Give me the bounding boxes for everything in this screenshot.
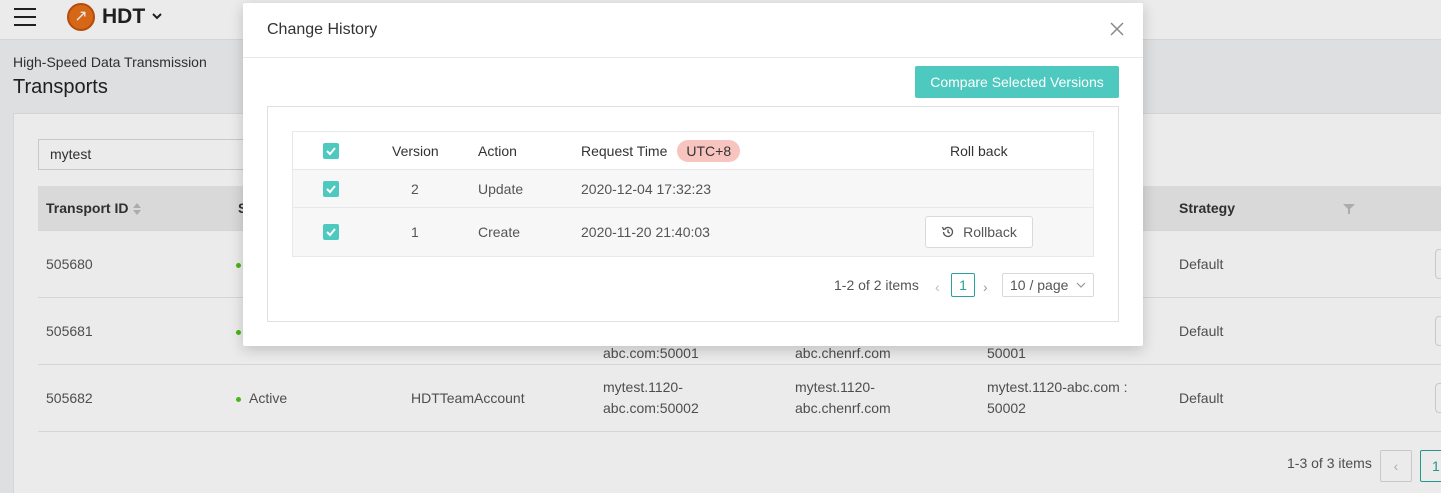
table-row[interactable]: 1 Create 2020-11-20 21:40:03 Rollback xyxy=(293,208,1093,256)
column-action: Action xyxy=(478,142,517,159)
select-all-checkbox[interactable] xyxy=(323,132,339,169)
action-cell: Update xyxy=(478,180,524,197)
history-table: Version Action Request Time UTC+8 Roll b… xyxy=(292,131,1094,257)
history-icon xyxy=(942,226,954,238)
chevron-down-icon xyxy=(1076,282,1086,288)
request-time-label: Request Time xyxy=(581,142,668,159)
page-size-value: 10 / page xyxy=(1010,277,1069,293)
page-size-select[interactable]: 10 / page xyxy=(1002,273,1094,297)
modal-header: Change History xyxy=(243,3,1143,58)
rollback-button[interactable]: Rollback xyxy=(925,216,1033,248)
close-icon[interactable] xyxy=(1109,21,1125,37)
row-checkbox[interactable] xyxy=(323,170,339,207)
column-request-time: Request Time UTC+8 xyxy=(581,132,741,169)
version-cell: 1 xyxy=(411,224,419,240)
request-time-cell: 2020-12-04 17:32:23 xyxy=(581,180,711,197)
pagination-next-icon[interactable]: › xyxy=(983,279,988,295)
row-checkbox[interactable] xyxy=(323,208,339,256)
rollback-label: Rollback xyxy=(963,224,1017,240)
pagination-prev-icon[interactable]: ‹ xyxy=(935,279,940,295)
checkbox-checked-icon xyxy=(323,142,339,159)
change-history-modal: Change History Compare Selected Versions… xyxy=(243,3,1143,346)
rollback-cell: Rollback xyxy=(925,208,1033,256)
column-version: Version xyxy=(392,142,439,159)
version-cell: 2 xyxy=(411,180,419,197)
timezone-badge: UTC+8 xyxy=(677,139,741,162)
table-row[interactable]: 2 Update 2020-12-04 17:32:23 xyxy=(293,170,1093,208)
column-roll-back: Roll back xyxy=(950,142,1008,159)
modal-title: Change History xyxy=(267,21,378,38)
history-panel: Version Action Request Time UTC+8 Roll b… xyxy=(267,106,1119,322)
action-cell: Create xyxy=(478,224,521,240)
checkbox-checked-icon xyxy=(323,180,339,197)
compare-selected-versions-button[interactable]: Compare Selected Versions xyxy=(915,66,1119,98)
pagination-page-button[interactable]: 1 xyxy=(951,273,975,297)
checkbox-checked-icon xyxy=(323,224,339,240)
request-time-cell: 2020-11-20 21:40:03 xyxy=(581,224,710,240)
table-header: Version Action Request Time UTC+8 Roll b… xyxy=(293,132,1093,170)
pagination-summary: 1-2 of 2 items xyxy=(834,277,919,293)
